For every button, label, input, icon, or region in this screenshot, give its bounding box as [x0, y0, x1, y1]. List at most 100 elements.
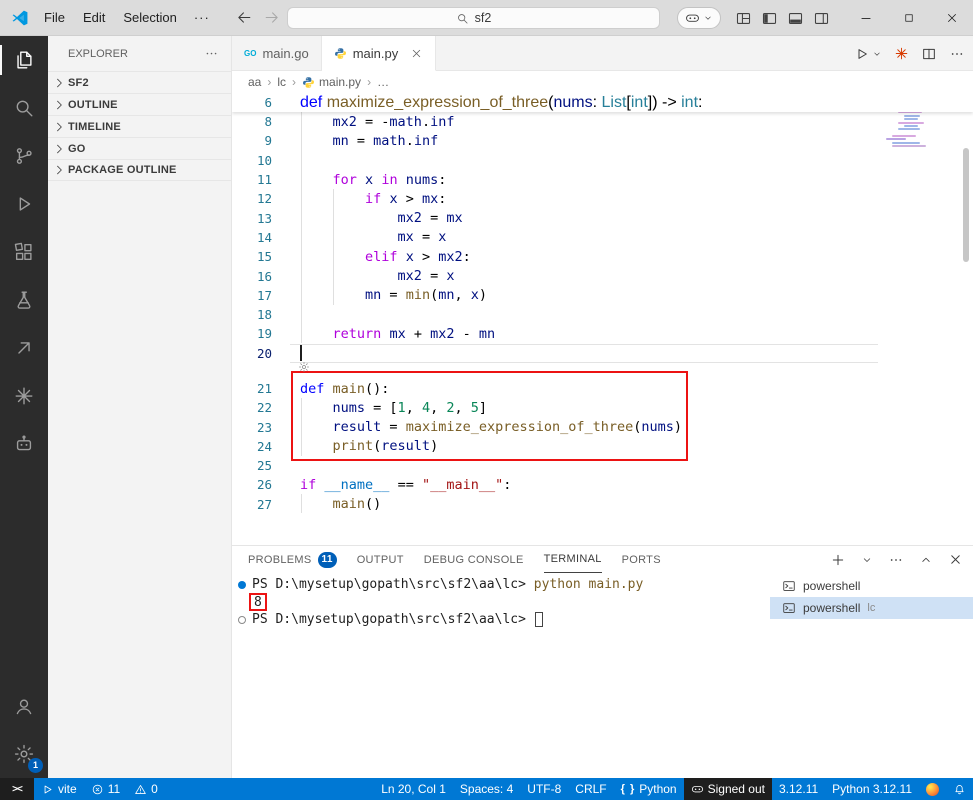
line-number[interactable]: 21	[232, 381, 272, 396]
status-encoding[interactable]: UTF-8	[520, 778, 568, 800]
line-number[interactable]: 18	[232, 307, 272, 322]
activity-source-control[interactable]	[0, 132, 48, 180]
status-problems-errors[interactable]: 11	[84, 778, 127, 800]
activity-accounts[interactable]	[0, 682, 48, 730]
code-line-26[interactable]: 26 if __name__ == "__main__":	[232, 475, 973, 494]
breadcrumb-item-0[interactable]: aa	[248, 75, 261, 89]
command-decoration-pending[interactable]	[238, 615, 246, 624]
terminal[interactable]: PS D:\mysetup\gopath\src\sf2\aa\lc> pyth…	[232, 573, 770, 778]
line-number[interactable]: 19	[232, 326, 272, 341]
line-number[interactable]: 22	[232, 400, 272, 415]
code-editor[interactable]: 6 def maximize_expression_of_three(nums: …	[232, 93, 973, 545]
status-indentation[interactable]: Spaces: 4	[453, 778, 520, 800]
editor-scrollbar[interactable]	[963, 148, 969, 262]
starburst-red-icon[interactable]	[894, 46, 909, 61]
line-number[interactable]: 25	[232, 458, 272, 473]
code-line-13[interactable]: 13 mx2 = mx	[232, 208, 973, 227]
breadcrumb-item-3[interactable]: …	[377, 75, 389, 89]
sidebar-section-timeline[interactable]: TIMELINE	[48, 115, 231, 137]
line-number[interactable]: 14	[232, 230, 272, 245]
menu-edit[interactable]: Edit	[74, 0, 114, 36]
code-action-s parkle-icon[interactable]	[298, 361, 310, 373]
activity-settings[interactable]: 1	[0, 730, 48, 778]
code-line-20[interactable]: 20	[232, 343, 973, 363]
status-language-mode[interactable]: { } Python	[614, 778, 684, 800]
status-remote-indicator[interactable]: ><	[0, 778, 34, 800]
code-line-10[interactable]: 10	[232, 151, 973, 170]
close-window-button[interactable]	[930, 0, 973, 36]
line-number[interactable]: 16	[232, 269, 272, 284]
line-number[interactable]: 8	[232, 114, 272, 129]
menu-file[interactable]: File	[35, 0, 74, 36]
maximize-button[interactable]	[887, 0, 930, 36]
more-actions-icon[interactable]	[949, 46, 965, 62]
tab-main-py[interactable]: main.py	[321, 36, 437, 71]
sticky-scroll-line[interactable]: 6 def maximize_expression_of_three(nums: …	[232, 93, 973, 112]
line-number[interactable]: 20	[232, 346, 272, 361]
line-number[interactable]: 23	[232, 420, 272, 435]
line-number[interactable]: 27	[232, 497, 272, 512]
panel-tab-debug-console[interactable]: DEBUG CONSOLE	[424, 546, 524, 573]
activity-ai-tools[interactable]	[0, 420, 48, 468]
terminal-tab-1[interactable]: powershell lc	[770, 597, 973, 619]
line-number[interactable]: 24	[232, 439, 272, 454]
sidebar-section-go[interactable]: GO	[48, 137, 231, 159]
close-tab-icon[interactable]	[410, 47, 423, 60]
activity-explorer[interactable]	[0, 36, 48, 84]
activity-extensions[interactable]	[0, 228, 48, 276]
status-end-of-line[interactable]: CRLF	[568, 778, 613, 800]
code-line-12[interactable]: 12 if x > mx:	[232, 189, 973, 208]
maximize-panel-icon[interactable]	[919, 553, 933, 567]
status-python-version[interactable]: 3.12.11	[772, 778, 825, 800]
line-number[interactable]: 11	[232, 172, 272, 187]
panel-tab-problems[interactable]: PROBLEMS 11	[248, 546, 337, 573]
more-actions-icon[interactable]	[204, 46, 219, 61]
panel-tab-terminal[interactable]: TERMINAL	[543, 546, 602, 573]
status-cursor-position[interactable]: Ln 20, Col 1	[374, 778, 453, 800]
new-terminal-icon[interactable]	[830, 552, 846, 568]
code-line-18[interactable]: 18	[232, 305, 973, 324]
terminal-tab-0[interactable]: powershell	[770, 575, 973, 597]
status-notifications[interactable]	[946, 778, 973, 800]
customize-layout-icon[interactable]	[735, 10, 752, 27]
copilot-menu-button[interactable]	[677, 7, 721, 29]
terminal-dropdown-icon[interactable]	[861, 554, 873, 566]
code-line-11[interactable]: 11 for x in nums:	[232, 170, 973, 189]
split-editor-icon[interactable]	[921, 46, 937, 62]
more-actions-icon[interactable]	[888, 552, 904, 568]
command-decoration-success[interactable]	[238, 580, 246, 589]
breadcrumb-item-1[interactable]: lc	[277, 75, 286, 89]
sidebar-section-sf2[interactable]: SF2	[48, 71, 231, 93]
status-problems-warnings[interactable]: 0	[127, 778, 165, 800]
code-line-17[interactable]: 17 mn = min(mn, x)	[232, 286, 973, 305]
menu-selection[interactable]: Selection	[114, 0, 185, 36]
activity-testing[interactable]	[0, 276, 48, 324]
code-line-27[interactable]: 27 main()	[232, 495, 973, 514]
status-python-interpreter[interactable]: Python 3.12.11	[825, 778, 919, 800]
activity-run-and-debug[interactable]	[0, 180, 48, 228]
toggle-secondary-sidebar-icon[interactable]	[813, 10, 830, 27]
sidebar-section-outline[interactable]: OUTLINE	[48, 93, 231, 115]
line-number[interactable]: 10	[232, 153, 272, 168]
panel-tab-ports[interactable]: PORTS	[622, 546, 661, 573]
close-panel-icon[interactable]	[948, 552, 963, 567]
run-python-file-button[interactable]	[854, 46, 882, 62]
status-copilot-status[interactable]: Signed out	[683, 778, 772, 800]
code-line-16[interactable]: 16 mx2 = x	[232, 266, 973, 285]
menu-more[interactable]: ···	[186, 10, 218, 25]
activity-copilot[interactable]	[0, 372, 48, 420]
tab-main-go[interactable]: GO main.go	[232, 36, 322, 71]
line-number[interactable]: 26	[232, 477, 272, 492]
line-number[interactable]: 13	[232, 211, 272, 226]
sidebar-section-package-outline[interactable]: PACKAGE OUTLINE	[48, 159, 231, 181]
breadcrumb-item-2[interactable]: main.py	[302, 75, 361, 89]
line-number[interactable]: 12	[232, 191, 272, 206]
activity-search[interactable]	[0, 84, 48, 132]
status-firefox-debug[interactable]	[919, 778, 946, 800]
line-number[interactable]: 9	[232, 133, 272, 148]
line-number[interactable]: 15	[232, 249, 272, 264]
command-center-search[interactable]: sf2	[287, 7, 660, 29]
minimize-button[interactable]	[844, 0, 887, 36]
activity-publish[interactable]	[0, 324, 48, 372]
code-line-8[interactable]: 8 mx2 = -math.inf	[232, 112, 973, 131]
